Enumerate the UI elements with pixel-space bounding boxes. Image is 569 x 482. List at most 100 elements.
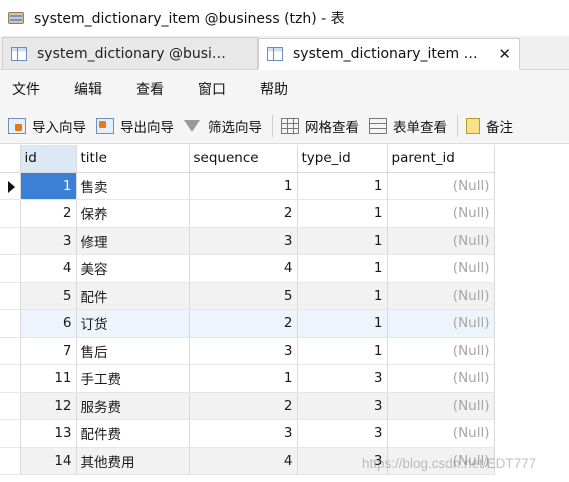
- cell-id[interactable]: 6: [20, 309, 77, 338]
- menu-help[interactable]: 帮助: [260, 79, 288, 99]
- cell-title[interactable]: 美容: [76, 254, 190, 283]
- cell-parent-id[interactable]: (Null): [387, 364, 495, 393]
- row-header[interactable]: [0, 282, 21, 310]
- toolbar-divider: [272, 114, 273, 137]
- cell-parent-id[interactable]: (Null): [387, 337, 495, 365]
- row-header[interactable]: [0, 199, 21, 228]
- filter-wizard-button[interactable]: 筛选向导: [184, 116, 262, 136]
- cell-parent-id[interactable]: (Null): [387, 282, 495, 310]
- column-header-title[interactable]: title: [76, 145, 190, 173]
- cell-type-id[interactable]: 1: [297, 254, 388, 283]
- row-header[interactable]: [0, 337, 21, 365]
- row-header[interactable]: [0, 364, 21, 393]
- row-header[interactable]: [0, 172, 21, 200]
- cell-title[interactable]: 配件费: [76, 419, 190, 448]
- cell-parent-id[interactable]: (Null): [387, 392, 495, 420]
- cell-type-id[interactable]: 1: [297, 172, 388, 200]
- menu-view[interactable]: 查看: [136, 79, 164, 99]
- cell-type-id[interactable]: 1: [297, 227, 388, 255]
- cell-sequence[interactable]: 1: [189, 364, 298, 393]
- row-header[interactable]: [0, 447, 21, 475]
- cell-title[interactable]: 售后: [76, 337, 190, 365]
- cell-parent-id[interactable]: (Null): [387, 419, 495, 448]
- cell-type-id[interactable]: 3: [297, 392, 388, 420]
- cell-id[interactable]: 5: [20, 282, 77, 310]
- row-header[interactable]: [0, 392, 21, 420]
- table-row[interactable]: 7 售后 3 1 (Null): [0, 337, 495, 365]
- menu-file[interactable]: 文件: [12, 79, 40, 99]
- cell-type-id[interactable]: 1: [297, 282, 388, 310]
- cell-sequence[interactable]: 3: [189, 337, 298, 365]
- column-header-sequence[interactable]: sequence: [189, 145, 298, 173]
- grid-view-button[interactable]: 网格查看: [281, 116, 359, 136]
- cell-title[interactable]: 配件: [76, 282, 190, 310]
- cell-type-id[interactable]: 1: [297, 309, 388, 338]
- note-button[interactable]: 备注: [466, 116, 513, 136]
- column-header-type-id[interactable]: type_id: [297, 145, 388, 173]
- import-wizard-button[interactable]: 导入向导: [8, 116, 86, 136]
- row-header[interactable]: [0, 227, 21, 255]
- cell-type-id[interactable]: 3: [297, 419, 388, 448]
- cell-parent-id[interactable]: (Null): [387, 254, 495, 283]
- cell-type-id[interactable]: 3: [297, 364, 388, 393]
- table-row[interactable]: 3 修理 3 1 (Null): [0, 227, 495, 255]
- form-view-label: 表单查看: [393, 119, 447, 136]
- cell-title[interactable]: 保养: [76, 199, 190, 228]
- cell-id[interactable]: 11: [20, 364, 77, 393]
- table-row[interactable]: 6 订货 2 1 (Null): [0, 309, 495, 338]
- cell-sequence[interactable]: 4: [189, 447, 298, 475]
- cell-sequence[interactable]: 1: [189, 172, 298, 200]
- cell-title[interactable]: 服务费: [76, 392, 190, 420]
- table-row[interactable]: 1 售卖 1 1 (Null): [0, 172, 495, 200]
- row-header[interactable]: [0, 419, 21, 448]
- cell-type-id[interactable]: 1: [297, 199, 388, 228]
- table-row[interactable]: 13 配件费 3 3 (Null): [0, 419, 495, 448]
- cell-parent-id[interactable]: (Null): [387, 172, 495, 200]
- menu-window[interactable]: 窗口: [198, 79, 226, 99]
- cell-id[interactable]: 2: [20, 199, 77, 228]
- cell-sequence[interactable]: 5: [189, 282, 298, 310]
- tab-label: system_dictionary @busi…: [37, 45, 226, 62]
- cell-id[interactable]: 4: [20, 254, 77, 283]
- cell-parent-id[interactable]: (Null): [387, 309, 495, 338]
- table-row[interactable]: 5 配件 5 1 (Null): [0, 282, 495, 310]
- table-app-icon: [8, 10, 26, 26]
- cell-id[interactable]: 12: [20, 392, 77, 420]
- cell-sequence[interactable]: 2: [189, 309, 298, 338]
- data-grid: id title sequence type_id parent_id 1 售卖 1…: [0, 145, 569, 482]
- cell-title[interactable]: 订货: [76, 309, 190, 338]
- cell-title[interactable]: 修理: [76, 227, 190, 255]
- cell-sequence[interactable]: 2: [189, 199, 298, 228]
- cell-id[interactable]: 13: [20, 419, 77, 448]
- menu-edit[interactable]: 编辑: [74, 79, 102, 99]
- cell-id[interactable]: 3: [20, 227, 77, 255]
- form-view-button[interactable]: 表单查看: [369, 116, 447, 136]
- column-header-parent-id[interactable]: parent_id: [387, 145, 495, 173]
- cell-title[interactable]: 其他费用: [76, 447, 190, 475]
- cell-title[interactable]: 售卖: [76, 172, 190, 200]
- cell-sequence[interactable]: 2: [189, 392, 298, 420]
- tab-system-dictionary[interactable]: system_dictionary @busi…: [2, 37, 258, 69]
- cell-sequence[interactable]: 4: [189, 254, 298, 283]
- cell-id[interactable]: 14: [20, 447, 77, 475]
- close-icon[interactable]: ✕: [492, 45, 511, 63]
- cell-sequence[interactable]: 3: [189, 227, 298, 255]
- cell-parent-id[interactable]: (Null): [387, 199, 495, 228]
- tab-bar: system_dictionary @busi… system_dictiona…: [0, 36, 569, 70]
- table-row[interactable]: 4 美容 4 1 (Null): [0, 254, 495, 283]
- cell-type-id[interactable]: 1: [297, 337, 388, 365]
- cell-parent-id[interactable]: (Null): [387, 227, 495, 255]
- table-row[interactable]: 12 服务费 2 3 (Null): [0, 392, 495, 420]
- table-row[interactable]: 11 手工费 1 3 (Null): [0, 364, 495, 393]
- row-header[interactable]: [0, 309, 21, 338]
- column-header-id[interactable]: id: [20, 145, 77, 173]
- cell-sequence[interactable]: 3: [189, 419, 298, 448]
- table-row[interactable]: 2 保养 2 1 (Null): [0, 199, 495, 228]
- row-header[interactable]: [0, 254, 21, 283]
- export-wizard-button[interactable]: 导出向导: [96, 116, 174, 136]
- cell-id[interactable]: 1: [20, 172, 77, 200]
- cell-title[interactable]: 手工费: [76, 364, 190, 393]
- grid-view-label: 网格查看: [305, 119, 359, 136]
- tab-system-dictionary-item[interactable]: system_dictionary_item … ✕: [258, 38, 520, 70]
- cell-id[interactable]: 7: [20, 337, 77, 365]
